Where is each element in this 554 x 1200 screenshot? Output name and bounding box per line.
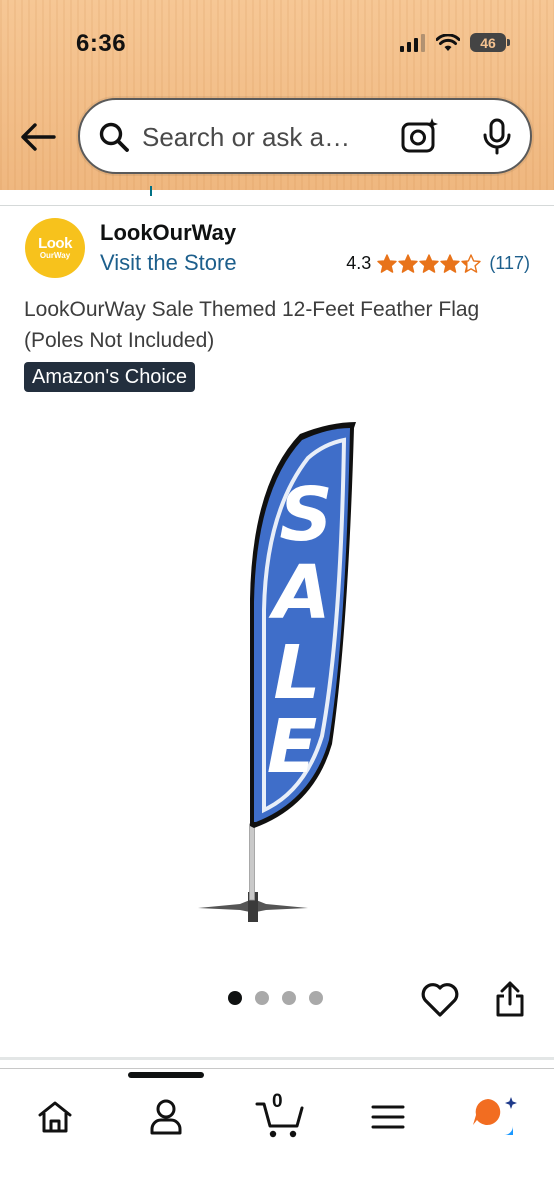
product-image[interactable]: SALE <box>190 414 370 926</box>
share-icon <box>496 981 524 1017</box>
nav-account[interactable] <box>138 1091 194 1143</box>
search-icon <box>99 122 129 152</box>
battery-indicator: 46 <box>470 33 510 52</box>
header: 6:36 46 <box>0 0 554 190</box>
arrow-left-icon <box>21 123 56 151</box>
star-icon <box>377 253 398 273</box>
flag-letter: E <box>267 704 318 790</box>
seller-name: LookOurWay <box>100 220 237 245</box>
search-bar[interactable] <box>78 98 532 174</box>
person-icon <box>150 1099 182 1135</box>
star-icon <box>419 253 440 273</box>
star-icon <box>461 253 482 273</box>
bottom-nav: 0 <box>0 1068 554 1200</box>
nav-cart[interactable]: 0 <box>250 1091 310 1143</box>
save-to-list-button[interactable] <box>420 980 460 1018</box>
scrolled-content-edge <box>0 186 554 206</box>
seller-logo[interactable]: Look OurWay <box>25 218 85 278</box>
share-button[interactable] <box>494 980 526 1018</box>
home-icon <box>38 1101 72 1133</box>
star-icon <box>440 253 461 273</box>
carousel-dot[interactable] <box>255 991 269 1005</box>
image-carousel-dots[interactable] <box>228 991 323 1005</box>
active-tab-indicator <box>128 1072 204 1078</box>
heart-icon <box>421 983 459 1017</box>
search-input[interactable] <box>142 118 374 156</box>
nav-home[interactable] <box>27 1091 83 1143</box>
rating-value: 4.3 <box>346 253 372 273</box>
star-icon <box>398 253 419 273</box>
nav-menu[interactable] <box>360 1091 416 1143</box>
carousel-dot[interactable] <box>309 991 323 1005</box>
microphone-icon[interactable] <box>482 118 512 156</box>
rating-summary[interactable]: 4.3 (117) <box>346 253 530 274</box>
carousel-dot[interactable] <box>282 991 296 1005</box>
menu-icon <box>371 1105 405 1129</box>
flag-letter: A <box>268 550 330 636</box>
status-time: 6:36 <box>76 30 127 57</box>
carousel-dot[interactable] <box>228 991 242 1005</box>
review-count[interactable]: (117) <box>489 253 530 274</box>
rufus-chat-icon <box>473 1097 517 1135</box>
status-icons: 46 <box>400 33 510 52</box>
flag-letter: S <box>279 472 332 558</box>
star-rating <box>377 253 482 274</box>
visit-store-link[interactable]: Visit the Store <box>100 250 237 276</box>
camera-scan-icon[interactable] <box>400 116 440 156</box>
flag-pole <box>249 823 255 901</box>
signal-icon <box>400 33 425 52</box>
divider <box>0 1057 554 1060</box>
nav-rufus[interactable] <box>468 1091 524 1143</box>
product-title: LookOurWay Sale Themed 12-Feet Feather F… <box>24 298 480 352</box>
wifi-icon <box>436 33 460 51</box>
cart-count: 0 <box>272 1091 283 1112</box>
amazons-choice-badge: Amazon's Choice <box>24 362 195 392</box>
back-button[interactable] <box>18 117 58 157</box>
